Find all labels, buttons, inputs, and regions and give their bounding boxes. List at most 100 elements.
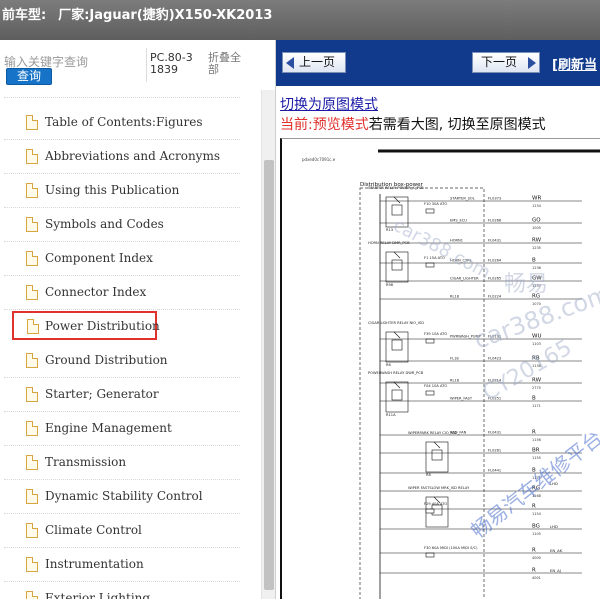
refresh-link[interactable]: [刷新当	[552, 54, 597, 73]
toc-item-instrumentation[interactable]: Instrumentation	[4, 548, 240, 582]
sidebar-scrollbar[interactable]	[261, 90, 275, 599]
toc-item-label: Table of Contents:Figures	[45, 115, 203, 129]
wire-color: R	[532, 430, 536, 436]
wire-color: BG	[532, 524, 540, 530]
scrollbar-thumb[interactable]	[264, 160, 274, 590]
signal-name: RL18	[450, 295, 460, 299]
arrow-left-icon	[286, 57, 294, 69]
relay-coil	[391, 259, 403, 271]
wire-number: 1171	[532, 404, 541, 408]
relay-coil	[431, 449, 443, 461]
vehicle-model: 厂家:Jaguar(捷豹)X150-XK2013	[58, 8, 273, 23]
fuse-symbol	[425, 390, 435, 396]
toc-item-exterior-lighting[interactable]: Exterior Lighting	[4, 582, 240, 599]
toc-item-using-publication[interactable]: Using this Publication	[4, 174, 240, 208]
toc-item-label: Engine Management	[45, 421, 172, 435]
wire-number: 1236	[532, 266, 541, 270]
wire-color: B	[532, 258, 536, 264]
document-code: PC.80-31839	[150, 51, 193, 76]
connector-id: FL0423	[488, 357, 501, 361]
toc-item-label: Dynamic Stability Control	[45, 489, 203, 503]
fuse-label: F39 10A ATO	[424, 332, 447, 336]
relay-label: STARTER RELAY POWER_K_PCB	[368, 186, 424, 190]
connector-id: FL0266	[488, 219, 502, 223]
fuse-label: F29 40A ATO	[424, 502, 447, 506]
toc-item-power-distribution[interactable]: Power Distribution	[12, 311, 160, 340]
title-bar: 前车型: 厂家:Jaguar(捷豹)X150-XK2013	[0, 0, 600, 40]
wire-number: 1103	[532, 342, 541, 346]
toc-item-label: Instrumentation	[45, 557, 144, 571]
signal-name: STARTER_SOL	[450, 197, 475, 201]
side-label: LHD	[550, 524, 558, 529]
relay-id: R98	[386, 283, 394, 287]
connector-id: FL0265	[488, 277, 501, 281]
document-icon	[26, 285, 38, 300]
document-icon	[26, 387, 38, 402]
search-button[interactable]: 查询	[6, 68, 52, 85]
relay-switch	[393, 251, 401, 259]
wire-color: WR	[532, 196, 541, 202]
toc-item-label: Connector Index	[45, 285, 147, 299]
fuse-symbol	[425, 508, 435, 514]
side-label: EN_AK	[550, 548, 563, 553]
wire-number: 4000	[532, 556, 541, 560]
document-icon	[26, 217, 38, 232]
search-area: 查询 PC.80-31839 折叠全部	[0, 40, 276, 90]
toc-item-abbreviations[interactable]: Abbreviations and Acronyms	[4, 140, 240, 174]
toc-item-starter-generator[interactable]: Starter; Generator	[4, 378, 240, 412]
signal-name: RAD_FAN	[450, 431, 467, 435]
toc-item-climate-control[interactable]: Climate Control	[4, 514, 240, 548]
wire-color: GO	[532, 218, 541, 224]
relay-label: WIPER FASTSLOW MRK_ISD RELAY	[408, 486, 470, 490]
toc-item-engine-management[interactable]: Engine Management	[4, 412, 240, 446]
signal-name: EMS_ECU	[450, 219, 467, 223]
viewer-toolbar: 上一页 下一页 [刷新当	[276, 40, 600, 86]
toc-item-symbols-codes[interactable]: Symbols and Codes	[4, 208, 240, 242]
document-icon	[26, 149, 38, 164]
prev-page-button[interactable]: 上一页	[282, 52, 346, 73]
toc-item-label: Using this Publication	[45, 183, 180, 197]
collapse-all-link[interactable]: 折叠全部	[208, 52, 248, 76]
toc-item-label: Exterior Lighting	[45, 591, 151, 599]
toc-item-dynamic-stability[interactable]: Dynamic Stability Control	[4, 480, 240, 514]
wire-number: 2775	[532, 386, 541, 390]
fuse-symbol	[425, 208, 435, 214]
relay-coil	[391, 389, 403, 401]
fuse-label: F10 30A ATO	[424, 202, 447, 206]
toc-item-component-index[interactable]: Component Index	[4, 242, 240, 276]
document-icon	[26, 489, 38, 504]
switch-original-mode-link[interactable]: 切换为原图模式	[280, 94, 378, 114]
vehicle-label: 前车型:	[2, 8, 47, 23]
fuse-symbol	[425, 262, 435, 268]
toc-item-label: Ground Distribution	[45, 353, 168, 367]
wiring-diagram[interactable]: pdxed0c7091c.e Distribution box-power ST…	[280, 138, 600, 599]
connector-id: FL0224	[488, 295, 502, 299]
wire-color: RW	[532, 238, 542, 244]
fuse-symbol	[425, 552, 435, 558]
wire-number: 1155	[532, 456, 541, 460]
toc-item-table-of-contents-figures[interactable]: Table of Contents:Figures	[4, 106, 240, 140]
toc-item-connector-index[interactable]: Connector Index	[4, 276, 240, 310]
toc-item-label: Climate Control	[45, 523, 142, 537]
document-icon	[26, 523, 38, 538]
wire-number: 1105	[532, 532, 541, 536]
toc-item-ground-distribution[interactable]: Ground Distribution	[4, 344, 240, 378]
relay-switch	[393, 196, 401, 204]
connector-id: FL0431	[488, 431, 501, 435]
fuse-symbol	[425, 338, 435, 344]
watermark: 畅易	[504, 272, 548, 297]
side-label: EN_AJ	[550, 568, 561, 573]
relay-id: R11A	[386, 413, 396, 417]
toc-item-partial[interactable]	[4, 90, 240, 98]
connector-id: FL0264	[488, 259, 502, 263]
document-viewer: 上一页 下一页 [刷新当 切换为原图模式 当前:预览模式若需看大图, 切换至原图…	[276, 40, 600, 599]
document-icon	[27, 319, 39, 334]
toc-item-transmission[interactable]: Transmission	[4, 446, 240, 480]
wire-number: 4001	[532, 576, 541, 580]
relay-switch	[433, 441, 441, 449]
document-icon	[26, 455, 38, 470]
next-page-button[interactable]: 下一页	[472, 52, 540, 73]
wire-number: 1235	[532, 246, 541, 250]
signal-name: FL18	[450, 357, 459, 361]
toc-item-label: Abbreviations and Acronyms	[45, 149, 220, 163]
